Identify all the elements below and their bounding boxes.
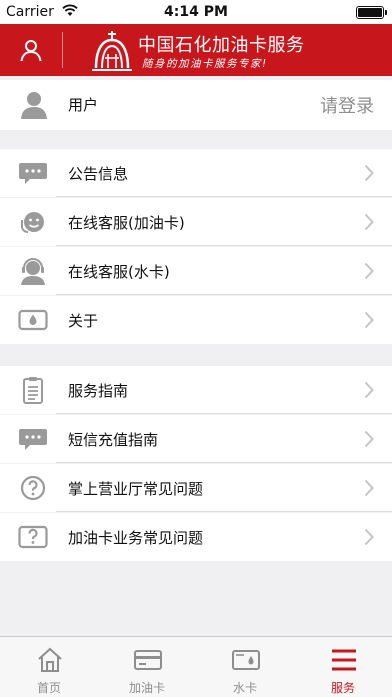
chevron-right-icon [364, 262, 374, 280]
menu-row-sms-recharge-guide[interactable]: 短信充值指南 [0, 415, 392, 463]
question-circle-icon [20, 475, 46, 501]
tab-label: 水卡 [232, 681, 257, 695]
clock: 4:14 PM [164, 4, 228, 20]
question-box-icon [18, 525, 48, 549]
chevron-right-icon [364, 164, 374, 182]
tab-fuel-card[interactable]: 加油卡 [98, 637, 196, 697]
brand-slogan: 随身的加油卡服务专家! [142, 58, 268, 70]
chevron-right-icon [364, 528, 374, 546]
menu-label: 掌上营业厅常见问题 [68, 480, 204, 498]
tab-bar: 首页 加油卡 水卡 服务 [0, 636, 392, 697]
row-divider [56, 511, 392, 512]
water-drop-card-icon [18, 309, 48, 331]
row-divider [56, 413, 392, 414]
home-icon [38, 647, 62, 672]
menu-label: 短信充值指南 [68, 431, 159, 449]
tab-water-card[interactable]: 水卡 [196, 637, 294, 697]
user-profile-button[interactable] [0, 24, 62, 76]
clipboard-icon [23, 377, 43, 404]
menu-row-fuel-card-service[interactable]: 在线客服(加油卡) [0, 198, 392, 246]
menu-row-mobile-hall-faq[interactable]: 掌上营业厅常见问题 [0, 464, 392, 512]
header-divider [62, 32, 63, 68]
user-label: 用户 [68, 96, 99, 114]
chat-bubble-icon [19, 163, 47, 184]
headset-agent-icon [21, 258, 45, 285]
tab-service[interactable]: 服务 [294, 637, 392, 697]
menu-label: 在线客服(加油卡) [68, 214, 185, 232]
login-row[interactable]: 用户 请登录 [0, 80, 392, 130]
chevron-right-icon [364, 430, 374, 448]
menu-label: 公告信息 [68, 165, 129, 183]
status-bar: Carrier 4:14 PM [0, 0, 392, 24]
sinopec-logo-icon [92, 31, 132, 71]
chevron-right-icon [364, 479, 374, 497]
fuel-card-icon [134, 650, 162, 670]
user-icon [20, 40, 42, 62]
menu-row-about[interactable]: 关于 [0, 296, 392, 344]
row-divider [56, 196, 392, 197]
chevron-right-icon [364, 381, 374, 399]
brand-title: 中国石化加油卡服务 [138, 35, 305, 56]
row-divider [56, 245, 392, 246]
tab-home[interactable]: 首页 [0, 637, 98, 697]
menu-icon [332, 649, 356, 671]
battery-icon [356, 6, 387, 19]
tab-label: 服务 [330, 681, 355, 695]
tab-label: 加油卡 [128, 681, 165, 695]
menu-label: 关于 [68, 312, 99, 330]
chevron-right-icon [364, 213, 374, 231]
app-header: 中国石化加油卡服务 随身的加油卡服务专家! [0, 24, 392, 76]
customer-service-icon [21, 212, 44, 233]
menu-row-water-card-service[interactable]: 在线客服(水卡) [0, 247, 392, 295]
row-divider [56, 462, 392, 463]
row-divider [56, 294, 392, 295]
avatar-icon [21, 92, 47, 119]
menu-row-fuel-card-faq[interactable]: 加油卡业务常见问题 [0, 513, 392, 561]
tab-label: 首页 [36, 681, 61, 695]
login-link[interactable]: 请登录 [320, 92, 374, 118]
water-card-icon [232, 650, 260, 670]
menu-row-service-guide[interactable]: 服务指南 [0, 366, 392, 414]
menu-label: 服务指南 [68, 382, 129, 400]
menu-label: 在线客服(水卡) [68, 263, 170, 281]
chat-bubble-icon [19, 429, 47, 450]
menu-label: 加油卡业务常见问题 [68, 529, 204, 547]
menu-row-announcements[interactable]: 公告信息 [0, 149, 392, 197]
chevron-right-icon [364, 311, 374, 329]
